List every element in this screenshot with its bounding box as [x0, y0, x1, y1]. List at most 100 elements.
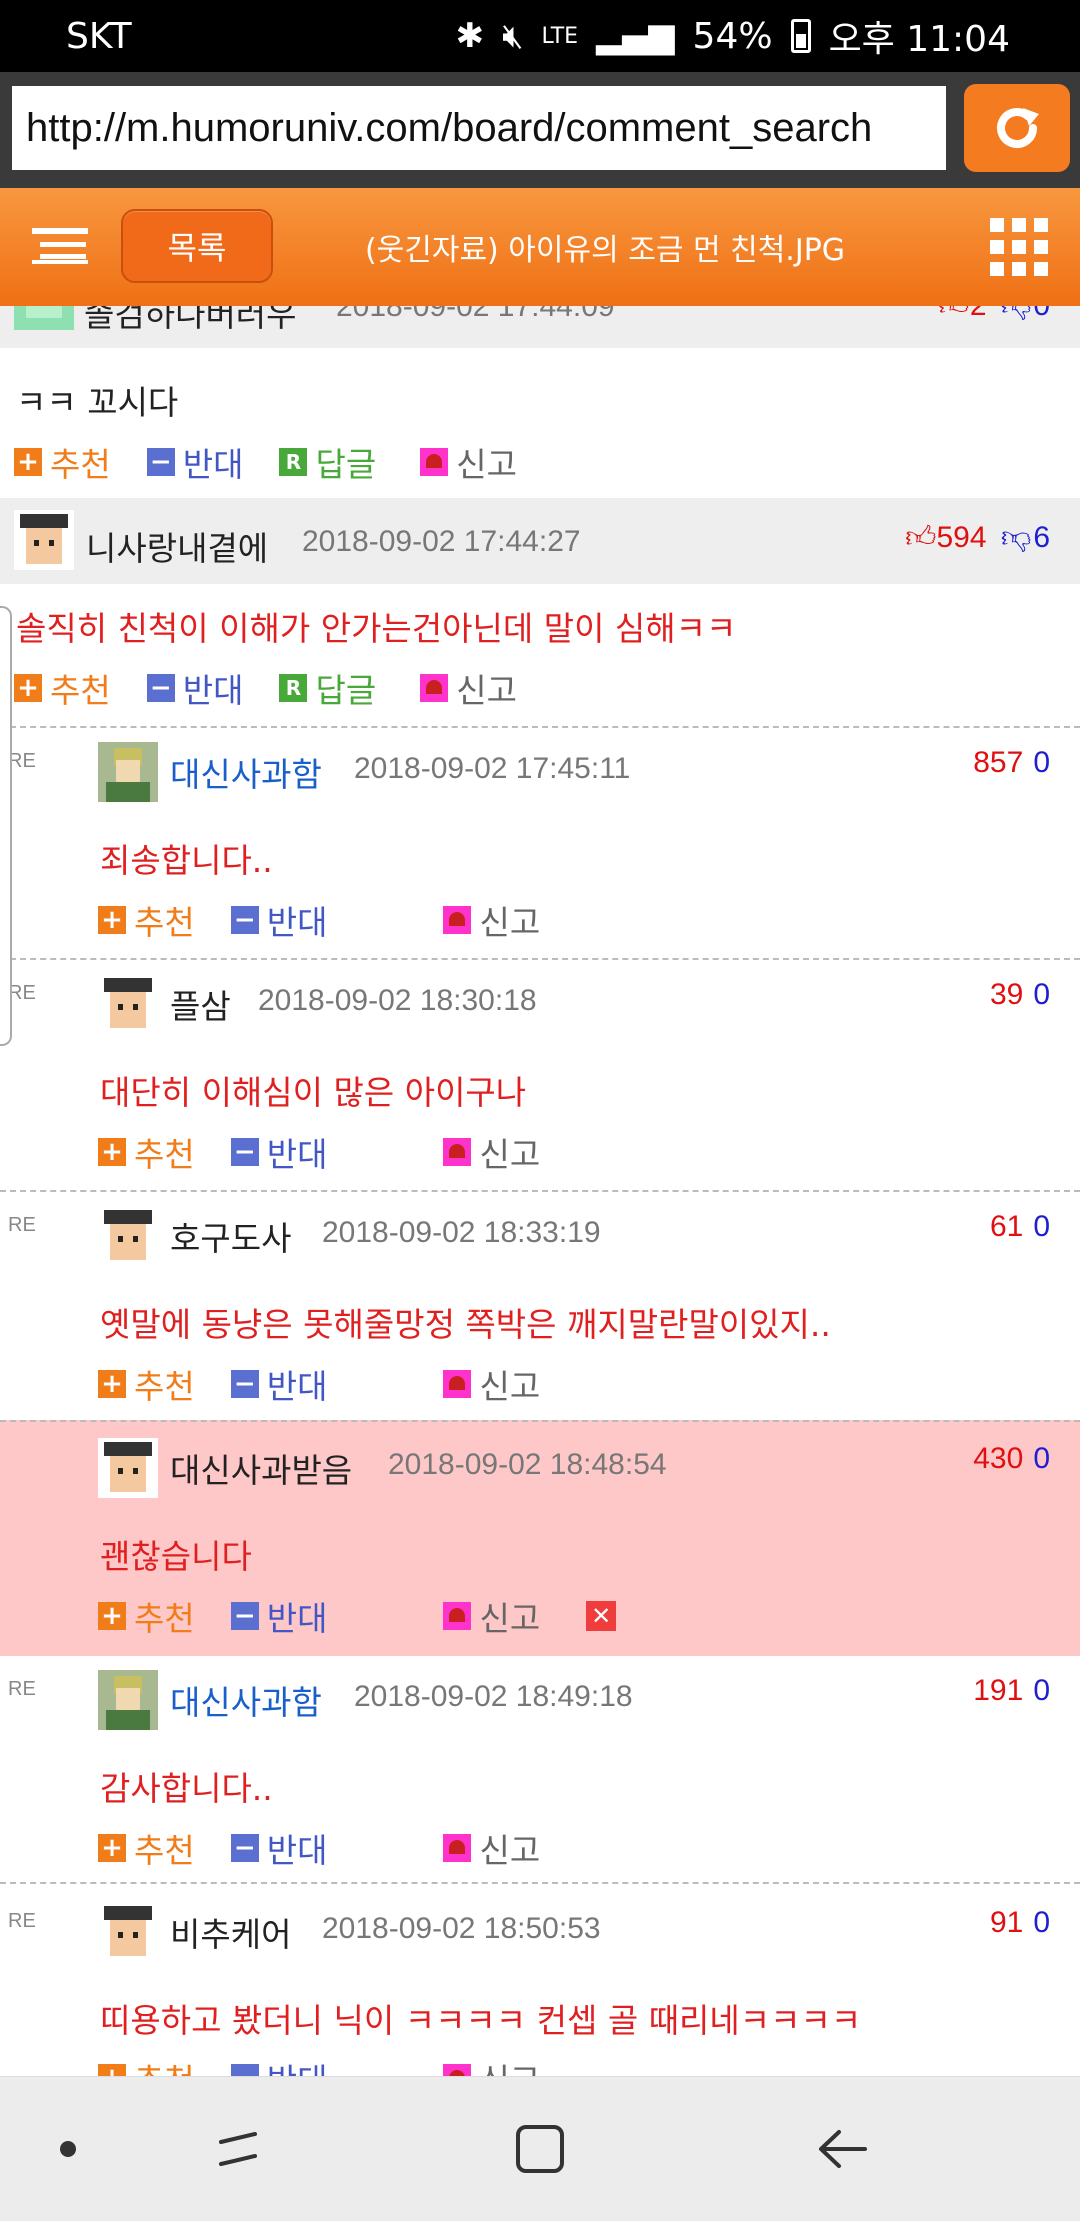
avatar: [98, 1670, 158, 1730]
report-button[interactable]: 신고: [443, 1128, 540, 1176]
report-button[interactable]: 신고: [420, 438, 517, 486]
mute-icon: 🔇︎: [502, 16, 524, 56]
comment-nickname[interactable]: 니사랑내곁에: [86, 522, 268, 570]
bluetooth-icon: ✱: [455, 16, 485, 56]
back-button[interactable]: [812, 2119, 872, 2179]
recommend-button[interactable]: +추천: [98, 1824, 195, 1872]
battery-percent: 54%: [692, 15, 773, 57]
comment-text: 죄송합니다..: [100, 841, 273, 880]
thumbs-down-icon: 👎︎: [1001, 306, 1031, 322]
thumbs-up-icon: 👍︎: [938, 306, 969, 322]
comment-header: 니사랑내곁에 2018-09-02 17:44:27 👍︎594 👎︎6: [0, 498, 1080, 584]
comment-date: 2018-09-02 17:44:27: [302, 525, 581, 558]
page-title: (웃긴자료) 아이유의 조금 먼 친척.JPG: [364, 233, 846, 268]
oppose-button[interactable]: −반대: [230, 896, 327, 944]
comment-divider: [0, 958, 1080, 960]
delete-icon[interactable]: ✕: [586, 1601, 617, 1631]
oppose-button[interactable]: −반대: [230, 2054, 327, 2076]
reply-button[interactable]: R 답글: [279, 664, 376, 712]
minus-icon: −: [230, 1370, 259, 1398]
up-count: 2: [970, 306, 987, 322]
recommend-button[interactable]: +추천: [14, 664, 111, 712]
comment-votes: 91 0: [989, 1906, 1050, 1939]
oppose-button[interactable]: −반대: [230, 1360, 327, 1408]
comment-divider: [0, 1882, 1080, 1884]
thumbs-down-icon: 👎︎: [1000, 521, 1032, 554]
report-button[interactable]: 신고: [443, 2054, 540, 2076]
oppose-button[interactable]: −반대: [146, 664, 243, 712]
comment-votes: 857 0: [973, 746, 1050, 779]
comment-votes: 👍︎2 👎︎0: [938, 306, 1050, 324]
comment-nickname[interactable]: 대신사과함: [170, 1676, 322, 1724]
comment-text: 띠용하고 봤더니 닉이 ㅋㅋㅋㅋ 컨셉 골 때리네ㅋㅋㅋㅋ: [100, 2001, 862, 2040]
oppose-button[interactable]: −반대: [146, 438, 243, 486]
minus-icon: −: [146, 448, 175, 476]
dot-icon[interactable]: [38, 2119, 98, 2179]
recommend-button[interactable]: +추천: [98, 1128, 195, 1176]
comment-nickname[interactable]: 대신사과함: [170, 748, 322, 796]
oppose-button[interactable]: −반대: [230, 1128, 327, 1176]
url-input[interactable]: http://m.humoruniv.com/board/comment_sea…: [12, 86, 946, 170]
comment-actions: + 추천 − 반대 R 답글 신고: [14, 442, 553, 484]
comment-nickname[interactable]: 대신사과받음: [170, 1444, 352, 1492]
comment-divider: [0, 1190, 1080, 1192]
avatar: [14, 306, 74, 330]
reload-icon: [997, 108, 1039, 148]
status-bar: SKT ✱ 🔇︎ LTE ▂▄▆ 54% 오후 11:04: [0, 0, 1080, 72]
menu-icon[interactable]: [30, 226, 90, 270]
report-button[interactable]: 신고: [443, 896, 540, 944]
comment-divider: [0, 726, 1080, 728]
recommend-button[interactable]: +추천: [98, 1360, 195, 1408]
home-icon: [516, 2125, 564, 2173]
comment-nickname[interactable]: 비추케어: [170, 1908, 291, 1956]
minus-icon: −: [230, 2064, 259, 2076]
reply-marker: RE: [8, 1214, 36, 1236]
minus-icon: −: [146, 674, 175, 702]
report-button[interactable]: 신고: [443, 1360, 540, 1408]
comment-date: 2018-09-02 18:50:53: [322, 1912, 601, 1945]
comment-nickname[interactable]: 플삼: [170, 980, 231, 1028]
up-count: 594: [936, 521, 987, 554]
grid-menu-icon[interactable]: [990, 218, 1048, 280]
siren-icon: [443, 1370, 472, 1398]
report-button[interactable]: 신고: [443, 1592, 540, 1640]
plus-icon: +: [98, 906, 126, 934]
comment-actions: +추천 −반대 신고: [98, 900, 576, 942]
minus-icon: −: [230, 1138, 259, 1166]
browser-toolbar: http://m.humoruniv.com/board/comment_sea…: [0, 72, 1080, 188]
avatar: [98, 1206, 158, 1266]
comment-actions: +추천 −반대 신고: [98, 2058, 576, 2076]
comment-nickname[interactable]: 호구도사: [170, 1212, 291, 1260]
comment-actions: +추천 −반대 신고: [98, 1364, 576, 1406]
comment-text: ㅋㅋ 꼬시다: [16, 383, 179, 422]
plus-icon: +: [98, 1834, 126, 1862]
avatar: [98, 974, 158, 1034]
reply-button[interactable]: R 답글: [279, 438, 376, 486]
list-button[interactable]: 목록: [121, 209, 273, 283]
plus-icon: +: [98, 1602, 126, 1630]
comment-list[interactable]: 졸검하나버러우 2018-09-02 17:44:09 👍︎2 👎︎0 ㅋㅋ 꼬…: [0, 306, 1080, 2076]
status-icons: ✱ 🔇︎ LTE ▂▄▆ 54% 오후 11:04: [456, 10, 1010, 62]
battery-icon: [790, 19, 811, 53]
avatar: [98, 742, 158, 802]
home-button[interactable]: [510, 2119, 570, 2179]
oppose-button[interactable]: −반대: [230, 1824, 327, 1872]
recents-button[interactable]: [208, 2119, 268, 2179]
recommend-button[interactable]: +추천: [98, 896, 195, 944]
oppose-button[interactable]: −반대: [230, 1592, 327, 1640]
recommend-button[interactable]: +추천: [98, 2054, 195, 2076]
scrollbar[interactable]: [0, 606, 12, 1046]
comment-nickname[interactable]: 졸검하나버러우: [84, 306, 297, 336]
siren-icon: [443, 1834, 472, 1862]
siren-icon: [420, 448, 449, 476]
thumbs-up-icon: 👍︎: [905, 521, 937, 554]
report-button[interactable]: 신고: [443, 1824, 540, 1872]
recommend-button[interactable]: +추천: [98, 1592, 195, 1640]
siren-icon: [443, 906, 472, 934]
carrier-label: SKT: [66, 15, 132, 57]
signal-icon: ▂▄▆: [596, 16, 675, 56]
report-button[interactable]: 신고: [420, 664, 517, 712]
recommend-button[interactable]: +추천: [14, 438, 111, 486]
reload-button[interactable]: [964, 84, 1070, 172]
reply-icon: R: [279, 448, 308, 476]
